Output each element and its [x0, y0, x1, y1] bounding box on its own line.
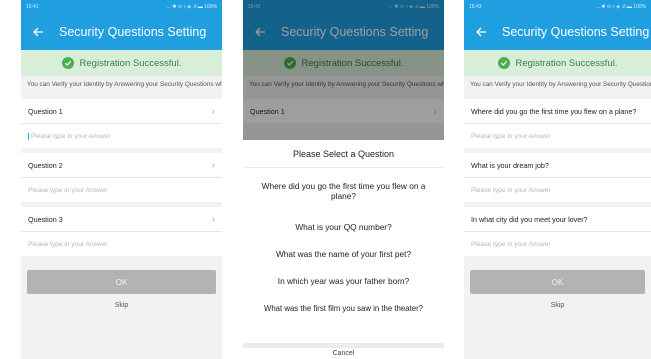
status-icons: ... ✱ ⊙ ▿ ◈ .ıl ▬ 100% — [595, 4, 646, 10]
option-father-birth-year[interactable]: In which year was your father born? — [243, 268, 444, 295]
info-text: You can Verify your Identity by Answerin… — [27, 81, 222, 88]
question-label: Question 1 — [28, 106, 63, 116]
banner-text: Registration Successful. — [79, 57, 182, 69]
skip-link[interactable]: Skip — [21, 302, 222, 309]
question-1-select[interactable]: Question 1 › — [21, 99, 222, 123]
option-first-pet[interactable]: What was the name of your first pet? — [243, 241, 444, 268]
answer-2-input[interactable] — [471, 186, 644, 194]
banner-text: Registration Successful. — [515, 57, 618, 69]
skip-link[interactable]: Skip — [464, 302, 651, 309]
answer-1-input[interactable] — [471, 132, 644, 140]
answer-1-row — [21, 123, 222, 148]
check-circle-icon — [497, 57, 510, 69]
sheet-title: Please Select a Question — [243, 140, 444, 168]
question-label: Question 2 — [28, 160, 63, 170]
answer-2-input[interactable] — [28, 186, 215, 194]
option-first-flight[interactable]: Where did you go the first time you flew… — [243, 168, 444, 214]
question-label: What is your dream job? — [471, 160, 549, 170]
answer-3-input[interactable] — [471, 240, 644, 248]
answer-3-row — [21, 231, 222, 256]
page-title: Security Questions Setting — [502, 25, 650, 39]
success-banner: Registration Successful. — [464, 50, 651, 76]
phone-screen-2: 16:42 ... ✱ ⊙ ▿ ◈ .ıl ▬ 100% Security Qu… — [243, 0, 444, 359]
question-2-select[interactable]: Question 2 › — [21, 153, 222, 177]
app-bar: Security Questions Setting — [21, 14, 222, 50]
ok-button[interactable]: OK — [27, 270, 216, 294]
status-time: 16:41 — [26, 4, 39, 10]
option-qq-number[interactable]: What is your QQ number? — [243, 214, 444, 241]
success-banner: Registration Successful. — [21, 50, 222, 76]
question-label: Where did you go the first time you flew… — [471, 106, 637, 116]
chevron-right-icon: › — [211, 105, 215, 117]
status-icons: ... ✱ ⊙ ▿ ◈ .ıl ▬ 100% — [166, 4, 217, 10]
answer-3-input[interactable] — [28, 240, 215, 248]
status-bar: 16:41 ... ✱ ⊙ ▿ ◈ .ıl ▬ 100% — [21, 0, 222, 14]
question-3-select[interactable]: In what city did you meet your lover? — [464, 207, 651, 231]
answer-1-input[interactable] — [28, 132, 215, 140]
question-1-select[interactable]: Where did you go the first time you flew… — [464, 99, 651, 123]
option-first-film[interactable]: What was the first film you saw in the t… — [243, 295, 444, 322]
answer-2-row — [21, 177, 222, 202]
question-picker-sheet: Please Select a Question Where did you g… — [243, 140, 444, 359]
chevron-right-icon: › — [211, 213, 215, 225]
question-label: In what city did you meet your lover? — [471, 214, 588, 224]
status-time: 16:43 — [469, 4, 482, 10]
ok-button[interactable]: OK — [470, 270, 645, 294]
phone-screen-1: 16:41 ... ✱ ⊙ ▿ ◈ .ıl ▬ 100% Security Qu… — [21, 0, 222, 359]
back-arrow-icon[interactable] — [29, 23, 47, 41]
app-bar: Security Questions Setting — [464, 14, 651, 50]
answer-2-row — [464, 177, 651, 202]
status-bar: 16:43 ... ✱ ⊙ ▿ ◈ .ıl ▬ 100% — [464, 0, 651, 14]
question-2-select[interactable]: What is your dream job? — [464, 153, 651, 177]
back-arrow-icon[interactable] — [472, 23, 490, 41]
answer-3-row — [464, 231, 651, 256]
question-3-select[interactable]: Question 3 › — [21, 207, 222, 231]
check-circle-icon — [61, 57, 74, 69]
question-label: Question 3 — [28, 214, 63, 224]
info-text: You can Verify your Identity by Answerin… — [470, 81, 651, 88]
cancel-button[interactable]: Cancel — [243, 343, 444, 359]
phone-screen-3: 16:43 ... ✱ ⊙ ▿ ◈ .ıl ▬ 100% Security Qu… — [464, 0, 651, 359]
page-title: Security Questions Setting — [59, 25, 207, 39]
chevron-right-icon: › — [211, 159, 215, 171]
answer-1-row — [464, 123, 651, 148]
